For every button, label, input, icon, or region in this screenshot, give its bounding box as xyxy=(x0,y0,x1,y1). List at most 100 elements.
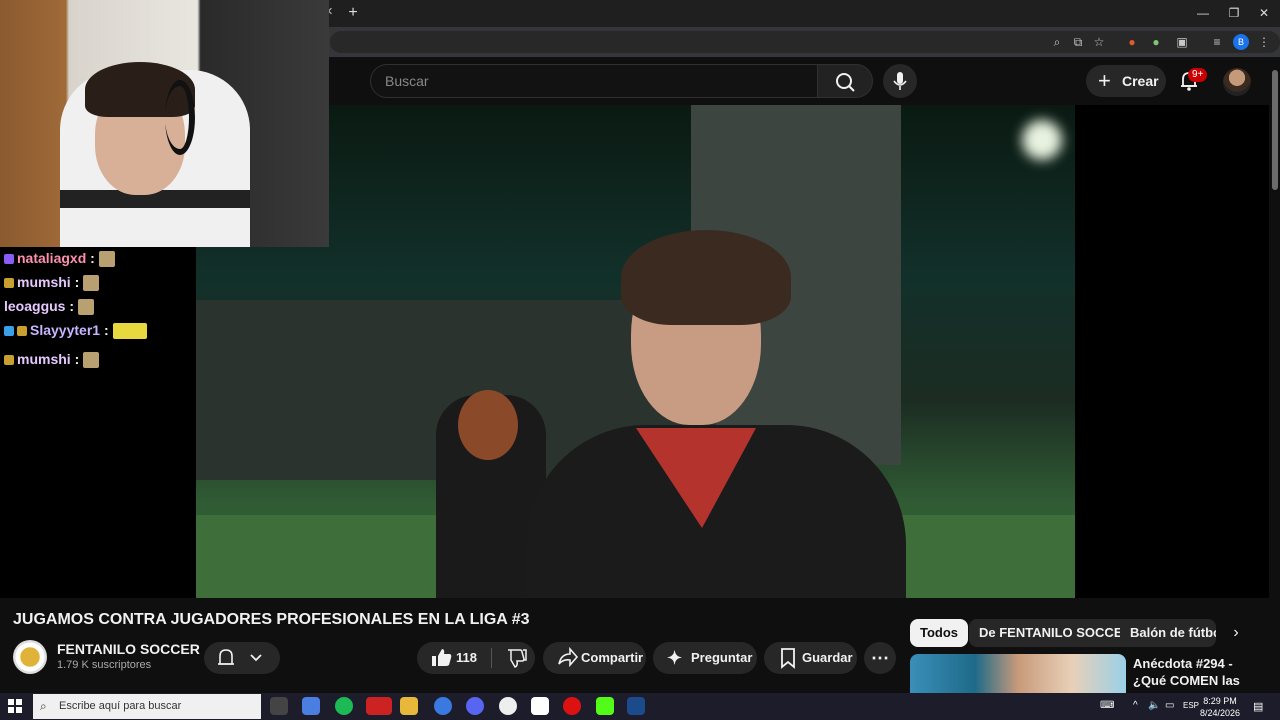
chip-all[interactable]: Todos xyxy=(910,619,969,647)
notification-center-icon[interactable]: ▤ xyxy=(1253,700,1263,713)
chrome-icon[interactable] xyxy=(434,697,452,715)
language-indicator[interactable]: ESP xyxy=(1183,701,1199,710)
chat-badge-icon xyxy=(4,254,14,265)
app-icon[interactable] xyxy=(531,697,549,715)
windows-logo-icon xyxy=(8,699,22,713)
thumbs-up-icon xyxy=(432,649,452,666)
headphones-shape xyxy=(165,80,195,155)
emote-icon xyxy=(112,323,147,340)
tray-chevron-icon[interactable]: ^ xyxy=(1133,700,1138,711)
thumbs-down-icon xyxy=(508,649,527,668)
extensions-puzzle-icon[interactable]: ▣ xyxy=(1174,34,1190,50)
taskbar-clock[interactable]: 8:29 PM 8/24/2026 xyxy=(1200,695,1240,719)
windows-start-icon[interactable] xyxy=(8,699,22,713)
chat-badge-icon xyxy=(4,355,14,366)
kick-icon[interactable] xyxy=(596,697,614,715)
clock-date: 8/24/2026 xyxy=(1200,708,1241,718)
sparkle-icon: ✦ xyxy=(667,648,683,668)
extension-icon[interactable]: ● xyxy=(1148,34,1164,50)
microphone-icon xyxy=(893,72,907,90)
subscriber-count: 1.79 K suscriptores xyxy=(57,659,152,671)
chat-message: leoaggus : xyxy=(4,296,95,316)
save-label: Guardar xyxy=(802,650,853,665)
emote-icon xyxy=(98,251,115,268)
chat-badge-icon xyxy=(17,326,27,337)
chat-username: mumshi xyxy=(17,274,71,290)
task-view-icon[interactable] xyxy=(270,697,288,715)
search-input[interactable]: Buscar xyxy=(370,64,818,98)
clock-time: 8:29 PM xyxy=(1203,696,1237,706)
webcam-overlay xyxy=(0,0,329,247)
scrollbar-thumb[interactable] xyxy=(1272,70,1278,190)
recommended-thumbnail[interactable] xyxy=(910,654,1126,694)
file-explorer-icon[interactable] xyxy=(400,697,418,715)
stream-chat: nataliagxd : mumshi : leoaggus : Slayyyt… xyxy=(0,247,196,598)
voice-search-button[interactable] xyxy=(883,64,917,98)
chat-username: mumshi xyxy=(17,351,71,367)
keyboard-icon[interactable]: ⌨ xyxy=(1100,700,1114,711)
chat-message: mumshi : xyxy=(4,272,100,292)
channel-name[interactable]: FENTANILO SOCCER xyxy=(57,641,200,657)
opera-icon[interactable] xyxy=(563,697,581,715)
bell-icon xyxy=(218,649,262,665)
zoom-icon[interactable]: ⌕ xyxy=(1049,34,1065,50)
like-count: 118 xyxy=(456,650,477,665)
share-label: Compartir xyxy=(581,650,644,665)
media-controls-icon[interactable]: ≡ xyxy=(1209,34,1225,50)
create-label: Crear xyxy=(1122,73,1159,89)
chat-username: nataliagxd xyxy=(17,250,87,266)
install-app-icon[interactable]: ⧉ xyxy=(1070,34,1086,50)
chevron-right-icon[interactable]: › xyxy=(1226,623,1246,643)
discord-icon[interactable] xyxy=(466,697,484,715)
share-icon xyxy=(558,646,579,668)
network-icon[interactable]: ▭ xyxy=(1165,700,1174,711)
bookmark-icon xyxy=(781,648,795,669)
search-icon xyxy=(836,73,855,92)
head-shape xyxy=(458,390,518,460)
spotify-icon[interactable] xyxy=(335,697,353,715)
more-icon: ⋯ xyxy=(871,648,889,668)
subscription-bell-button[interactable] xyxy=(204,642,280,674)
chat-username: leoaggus xyxy=(4,298,66,314)
minimize-button[interactable]: — xyxy=(1193,4,1213,22)
search-icon: ⌕ xyxy=(40,699,47,713)
chat-message: nataliagxd : xyxy=(4,248,115,268)
chat-message: mumshi : xyxy=(4,349,100,369)
account-avatar[interactable] xyxy=(1223,68,1251,96)
chat-message: Slayyyter1 : xyxy=(4,320,147,340)
dislike-button[interactable] xyxy=(497,642,535,674)
notification-count-badge: 9+ xyxy=(1188,68,1208,82)
taskbar-search-input[interactable]: Escribe aquí para buscar xyxy=(33,694,261,719)
floodlight-shape xyxy=(1022,120,1062,160)
video-title: JUGAMOS CONTRA JUGADORES PROFESIONALES E… xyxy=(13,611,530,628)
divider xyxy=(491,648,492,668)
channel-avatar[interactable] xyxy=(13,640,47,674)
chip-topic[interactable]: Balón de fútbol xyxy=(1120,619,1216,647)
chat-badge-icon xyxy=(4,326,14,337)
chip-channel[interactable]: De FENTANILO SOCCER xyxy=(969,619,1142,647)
emote-icon xyxy=(83,275,100,292)
like-dislike-group: 118 xyxy=(417,642,535,674)
profile-icon[interactable]: B xyxy=(1233,34,1249,50)
close-window-button[interactable]: ✕ xyxy=(1254,4,1274,22)
more-actions-button[interactable]: ⋯ xyxy=(864,642,896,674)
bookmark-star-icon[interactable]: ☆ xyxy=(1091,34,1107,50)
ask-button[interactable]: ✦ Preguntar xyxy=(653,642,757,674)
new-tab-button[interactable]: + xyxy=(344,4,362,22)
volume-icon[interactable]: 🔈 xyxy=(1148,700,1160,711)
obs-icon[interactable] xyxy=(499,697,517,715)
copilot-icon[interactable] xyxy=(302,697,320,715)
hair-shape xyxy=(621,230,791,325)
save-button[interactable]: Guardar xyxy=(764,642,857,674)
steam-icon[interactable] xyxy=(627,697,645,715)
create-button[interactable]: + Crear xyxy=(1086,65,1166,97)
extension-icon[interactable]: ● xyxy=(1124,34,1140,50)
voicemeeter-icon[interactable] xyxy=(366,697,392,715)
search-button[interactable] xyxy=(817,64,873,98)
emote-icon xyxy=(83,352,100,369)
chat-username: Slayyyter1 xyxy=(30,322,101,338)
menu-kebab-icon[interactable]: ⋮ xyxy=(1256,34,1272,50)
share-button[interactable]: Compartir xyxy=(543,642,646,674)
restore-button[interactable]: ❐ xyxy=(1224,4,1244,22)
like-button[interactable]: 118 xyxy=(417,642,491,674)
